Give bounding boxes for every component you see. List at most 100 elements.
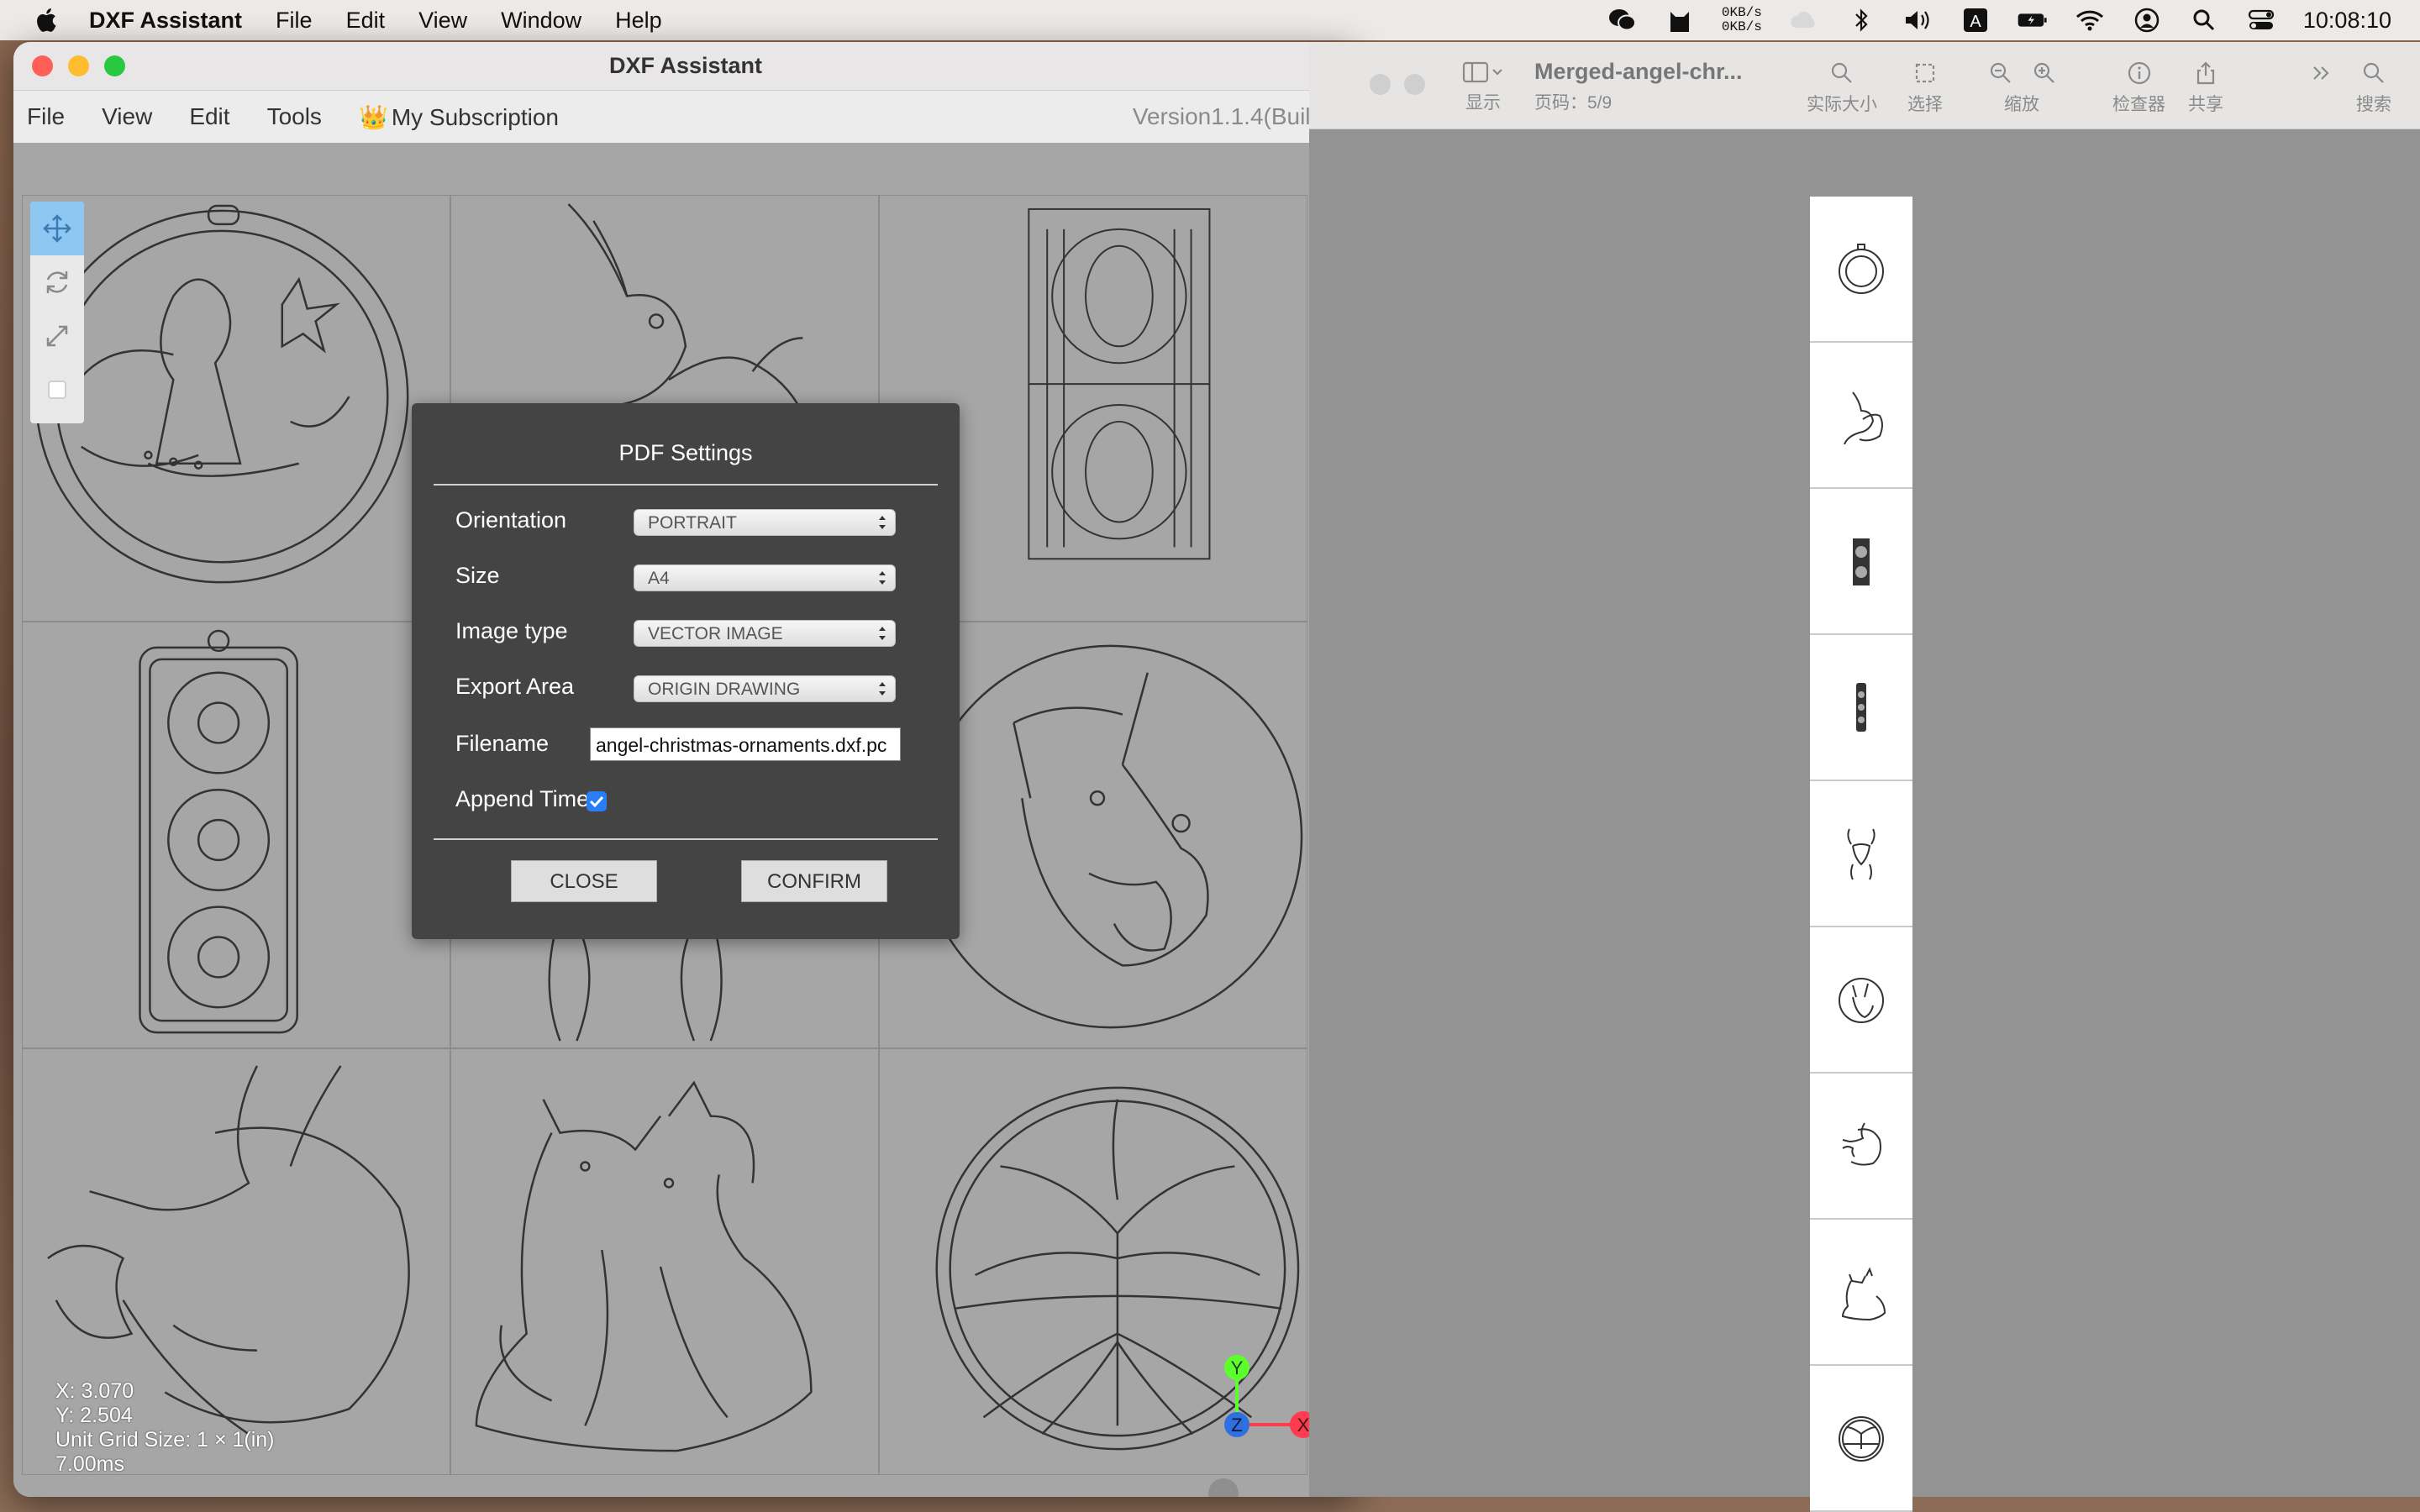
drawing-cell-snowflake-tag[interactable] bbox=[22, 622, 450, 1048]
volume-icon[interactable] bbox=[1903, 7, 1933, 34]
network-speed[interactable]: 0KB/s 0KB/s bbox=[1722, 6, 1762, 34]
menubar-window[interactable]: Window bbox=[501, 8, 581, 34]
battery-icon[interactable] bbox=[2018, 7, 2048, 34]
select-box-tool-button[interactable] bbox=[30, 363, 84, 417]
append-time-checkbox[interactable] bbox=[587, 791, 607, 811]
zoom-in-icon[interactable] bbox=[2032, 60, 2055, 86]
actual-size-label: 实际大小 bbox=[1807, 95, 1877, 114]
append-time-label: Append Time bbox=[455, 786, 590, 811]
page-thumbnail-8[interactable] bbox=[1810, 1220, 1912, 1366]
app-menu-subscription[interactable]: 👑 My Subscription bbox=[359, 103, 559, 131]
double-chevron-right-icon bbox=[2313, 66, 2329, 80]
share-button[interactable]: 共享 bbox=[2188, 60, 2223, 116]
orientation-select[interactable]: PORTRAIT bbox=[634, 509, 896, 536]
cursor-y-readout: Y: 2.504 bbox=[55, 1404, 133, 1427]
net-upload: 0KB/s bbox=[1721, 5, 1762, 20]
inspector-button[interactable]: 检查器 bbox=[2112, 60, 2165, 116]
selection-icon bbox=[1915, 63, 1935, 83]
window-close-button[interactable] bbox=[32, 55, 53, 76]
sidebar-toggle-button[interactable]: 显示 bbox=[1462, 60, 1504, 114]
dialog-divider-top bbox=[434, 484, 938, 486]
drawing-cell-angel-ornament[interactable] bbox=[22, 195, 450, 622]
apple-icon[interactable] bbox=[32, 5, 62, 35]
select-arrows-icon bbox=[879, 682, 886, 696]
app-menu-file[interactable]: File bbox=[27, 103, 65, 130]
export-area-select[interactable]: ORIGIN DRAWING bbox=[634, 675, 896, 702]
wifi-icon[interactable] bbox=[2075, 7, 2105, 34]
move-tool-button[interactable] bbox=[30, 202, 84, 255]
drawing-cell-cats[interactable] bbox=[450, 1048, 879, 1475]
image-type-select[interactable]: VECTOR IMAGE bbox=[634, 620, 896, 647]
cat-icon[interactable] bbox=[1665, 7, 1695, 34]
preview-close-button[interactable] bbox=[1370, 74, 1391, 95]
control-center-icon[interactable] bbox=[2246, 7, 2276, 34]
page-thumbnail-7[interactable] bbox=[1810, 1074, 1912, 1220]
menubar-file[interactable]: File bbox=[276, 8, 313, 34]
dialog-divider-bottom bbox=[434, 838, 938, 840]
share-icon bbox=[2196, 61, 2215, 85]
menubar-clock[interactable]: 10:08:10 bbox=[2303, 8, 2391, 34]
y-axis-label: Y bbox=[1231, 1357, 1244, 1378]
menubar-help[interactable]: Help bbox=[615, 8, 662, 34]
preview-search-button[interactable]: 搜索 bbox=[2356, 60, 2391, 116]
select-arrows-icon bbox=[879, 627, 886, 640]
app-menu-view[interactable]: View bbox=[102, 103, 152, 130]
filename-label: Filename bbox=[455, 731, 550, 756]
export-area-value: ORIGIN DRAWING bbox=[648, 680, 801, 699]
size-value: A4 bbox=[648, 569, 670, 588]
page-thumbnail-4[interactable] bbox=[1810, 635, 1912, 781]
document-title[interactable]: Merged-angel-chr... bbox=[1534, 59, 1743, 85]
search-icon bbox=[2363, 62, 2384, 83]
page-thumbnail-2[interactable] bbox=[1810, 343, 1912, 489]
page-thumbnail-9[interactable] bbox=[1810, 1366, 1912, 1512]
close-button[interactable]: CLOSE bbox=[511, 860, 657, 902]
rotate-tool-button[interactable] bbox=[30, 255, 84, 309]
scale-tool-button[interactable] bbox=[30, 309, 84, 363]
zoom-label: 缩放 bbox=[2004, 95, 2039, 114]
more-toolbar-button[interactable] bbox=[2309, 60, 2334, 86]
preview-minimize-button[interactable] bbox=[1404, 74, 1425, 95]
scroll-indicator[interactable] bbox=[1208, 1478, 1239, 1497]
confirm-button[interactable]: CONFIRM bbox=[741, 860, 887, 902]
window-minimize-button[interactable] bbox=[68, 55, 89, 76]
user-icon[interactable] bbox=[2132, 7, 2162, 34]
document-page-info: 页码：5/9 bbox=[1534, 93, 1612, 113]
filename-input[interactable]: angel-christmas-ornaments.dxf.pc bbox=[590, 727, 901, 761]
input-method-icon[interactable]: A bbox=[1960, 7, 1991, 34]
dialog-title: PDF Settings bbox=[618, 440, 753, 465]
unit-grid-size: Unit Grid Size: 1 × 1(in) bbox=[55, 1428, 275, 1452]
app-menu-bar: File View Edit Tools 👑 My Subscription Ve… bbox=[13, 91, 1358, 143]
page-thumbnail-6[interactable] bbox=[1810, 927, 1912, 1074]
menubar-view[interactable]: View bbox=[418, 8, 467, 34]
size-select[interactable]: A4 bbox=[634, 564, 896, 591]
menubar-app-name[interactable]: DXF Assistant bbox=[89, 8, 242, 34]
page-thumbnail-3[interactable] bbox=[1810, 489, 1912, 635]
window-controls bbox=[32, 55, 125, 76]
app-menu-edit[interactable]: Edit bbox=[189, 103, 229, 130]
subscription-label: My Subscription bbox=[391, 103, 559, 130]
select-arrows-icon bbox=[879, 516, 886, 529]
cloud-icon[interactable] bbox=[1789, 7, 1819, 34]
net-download: 0KB/s bbox=[1721, 19, 1762, 34]
menubar-edit[interactable]: Edit bbox=[346, 8, 386, 34]
search-icon[interactable] bbox=[2189, 7, 2219, 34]
zoom-controls[interactable]: 缩放 bbox=[1988, 60, 2055, 116]
orientation-value: PORTRAIT bbox=[648, 513, 737, 533]
window-titlebar[interactable]: DXF Assistant bbox=[13, 42, 1358, 91]
page-thumbnail-strip[interactable] bbox=[1810, 197, 1912, 1512]
page-thumbnail-1[interactable] bbox=[1810, 197, 1912, 343]
wechat-icon[interactable] bbox=[1607, 7, 1638, 34]
actual-size-button[interactable]: 实际大小 bbox=[1807, 60, 1877, 116]
window-maximize-button[interactable] bbox=[104, 55, 125, 76]
system-menu-bar: DXF Assistant File Edit View Window Help… bbox=[0, 0, 2420, 40]
bluetooth-icon[interactable] bbox=[1846, 7, 1876, 34]
drawing-canvas[interactable]: X: 3.070 Y: 2.504 Unit Grid Size: 1 × 1(… bbox=[13, 143, 1358, 1497]
expand-icon bbox=[46, 325, 68, 347]
tool-palette bbox=[30, 202, 84, 423]
zoom-out-icon[interactable] bbox=[1988, 60, 2012, 86]
app-menu-tools[interactable]: Tools bbox=[267, 103, 322, 130]
info-icon bbox=[2128, 61, 2150, 85]
page-thumbnail-5[interactable] bbox=[1810, 781, 1912, 927]
select-button[interactable]: 选择 bbox=[1907, 60, 1943, 116]
move-arrows-icon bbox=[43, 214, 71, 243]
